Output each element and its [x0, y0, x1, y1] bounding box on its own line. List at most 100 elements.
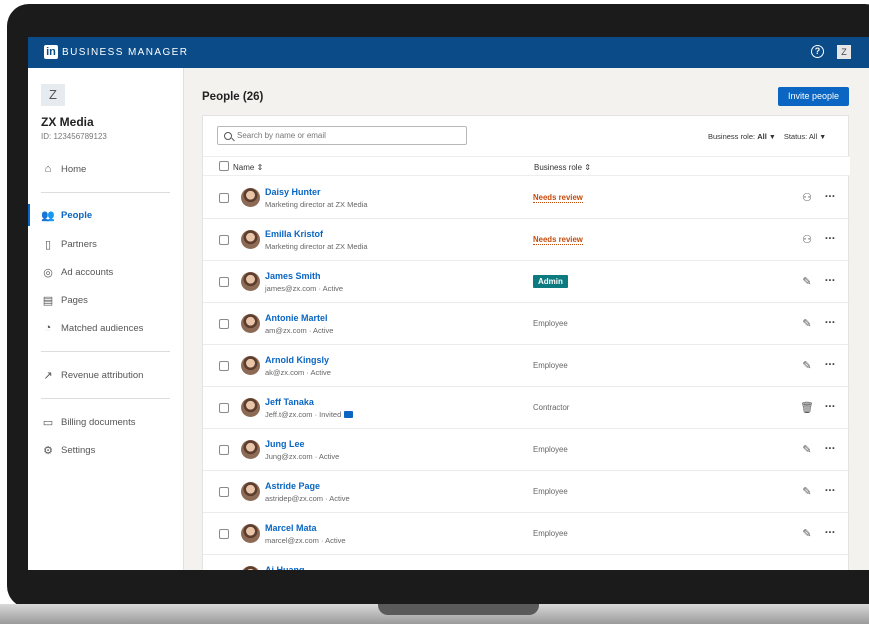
table-row[interactable]: Antonie Martel am@zx.com · Active Employee… — [203, 303, 850, 345]
status-filter-value: All — [808, 132, 818, 141]
page-title: People (26) — [202, 91, 264, 103]
table-row[interactable]: Arnold Kingsly ak@zx.com · Active Employee… — [203, 345, 850, 387]
mail-icon[interactable] — [344, 411, 354, 418]
role-text[interactable]: Needs review — [533, 193, 583, 203]
avatar — [241, 482, 260, 501]
more-options-icon[interactable]: ··· — [823, 190, 837, 205]
row-checkbox[interactable] — [219, 193, 229, 203]
role-filter-value: All — [757, 132, 767, 141]
person-name-link[interactable]: Emilla Kristof — [265, 229, 323, 239]
sidebar-item-label: Billing documents — [61, 416, 136, 428]
more-options-icon[interactable]: ··· — [823, 484, 837, 499]
row-checkbox[interactable] — [219, 487, 229, 497]
status-filter[interactable]: Status: All ▼ — [784, 132, 826, 141]
table-row[interactable]: Jeff Tanaka Jeff.t@zx.com · Invited Contra… — [203, 387, 850, 429]
more-options-icon[interactable]: ··· — [823, 274, 837, 289]
table-row[interactable]: James Smith james@zx.com · Active Admin ✎ ··… — [203, 261, 850, 303]
remove-user-icon[interactable]: ⚇ — [800, 191, 814, 205]
person-subtitle: Marketing director at ZX Media — [265, 242, 368, 251]
person-name-link[interactable]: Arnold Kingsly — [265, 355, 329, 365]
search-icon — [224, 131, 232, 140]
table-row[interactable]: Astride Page astridep@zx.com · Active Empl… — [203, 471, 850, 513]
column-header-role[interactable]: Business role ⇕ — [534, 163, 591, 172]
trash-icon[interactable]: 🗑 — [800, 401, 814, 415]
row-checkbox[interactable] — [219, 403, 229, 413]
divider — [41, 398, 170, 399]
role-filter[interactable]: Business role: All ▼ — [708, 132, 776, 141]
edit-icon[interactable]: ✎ — [800, 485, 814, 499]
more-options-icon[interactable]: ··· — [823, 442, 837, 457]
sidebar-item-settings[interactable]: ⚙ Settings — [28, 439, 183, 461]
sidebar-item-label: Pages — [61, 294, 88, 306]
linkedin-logo-icon: in — [44, 45, 58, 59]
sidebar-item-billing-documents[interactable]: ▭ Billing documents — [28, 411, 183, 433]
people-table-card: Business role: All ▼ Status: All ▼ Name … — [202, 115, 850, 570]
help-icon[interactable]: ? — [811, 45, 824, 58]
caret-down-icon: ▼ — [819, 134, 827, 141]
building-icon: ▯ — [44, 238, 52, 251]
avatar — [241, 398, 260, 417]
person-name-link[interactable]: Daisy Hunter — [265, 187, 321, 197]
more-options-icon[interactable]: ··· — [823, 358, 837, 373]
person-subtitle-text: ak@zx.com · Active — [265, 368, 331, 377]
table-row[interactable]: Daisy Hunter Marketing director at ZX Med… — [203, 177, 850, 219]
more-options-icon[interactable]: ··· — [823, 400, 837, 415]
table-row[interactable]: Marcel Mata marcel@zx.com · Active Employe… — [203, 513, 850, 555]
edit-icon[interactable]: ✎ — [800, 527, 814, 541]
people-icon: 👥 — [41, 209, 55, 222]
invite-people-button[interactable]: Invite people — [778, 87, 849, 106]
user-avatar[interactable]: Z — [837, 45, 851, 59]
person-name-link[interactable]: James Smith — [265, 271, 321, 281]
table-row[interactable]: Emilla Kristof Marketing director at ZX M… — [203, 219, 850, 261]
sidebar-item-home[interactable]: ⌂ Home — [28, 158, 183, 180]
edit-icon[interactable]: ✎ — [800, 359, 814, 373]
sidebar-item-matched-audiences[interactable]: ◔ Matched audiences — [28, 317, 183, 339]
brand[interactable]: in BUSINESS MANAGER — [44, 45, 188, 59]
laptop-notch — [378, 604, 539, 615]
sidebar-item-revenue-attribution[interactable]: ↗ Revenue attribution — [28, 364, 183, 386]
person-subtitle-text: astridep@zx.com · Active — [265, 494, 350, 503]
person-subtitle: Jeff.t@zx.com · Invited — [265, 410, 354, 419]
sidebar-item-label: Settings — [61, 444, 96, 456]
avatar — [241, 314, 260, 333]
person-name-link[interactable]: Jeff Tanaka — [265, 397, 314, 407]
filters: Business role: All ▼ Status: All ▼ — [708, 132, 826, 141]
sidebar-item-pages[interactable]: ▤ Pages — [28, 289, 183, 311]
audience-icon: ◔ — [44, 322, 52, 334]
row-checkbox[interactable] — [219, 445, 229, 455]
edit-icon[interactable]: ✎ — [800, 443, 814, 457]
search-input[interactable] — [237, 131, 457, 140]
row-checkbox[interactable] — [219, 529, 229, 539]
sidebar-item-ad-accounts[interactable]: ◎ Ad accounts — [28, 261, 183, 283]
person-name-link[interactable]: Astride Page — [265, 481, 320, 491]
table-row[interactable]: Jung Lee Jung@zx.com · Active Employee ✎ ··· — [203, 429, 850, 471]
main-content: People (26) Invite people Business role:… — [184, 68, 869, 570]
search-box[interactable] — [217, 126, 467, 145]
edit-icon[interactable]: ✎ — [800, 275, 814, 289]
more-options-icon[interactable]: ··· — [823, 316, 837, 331]
more-options-icon[interactable]: ··· — [823, 232, 837, 247]
target-icon: ◎ — [43, 266, 53, 279]
sidebar-item-people[interactable]: 👥 People — [28, 204, 183, 226]
row-checkbox[interactable] — [219, 319, 229, 329]
row-checkbox[interactable] — [219, 277, 229, 287]
role-text[interactable]: Needs review — [533, 235, 583, 245]
edit-icon[interactable]: ✎ — [800, 317, 814, 331]
table-row[interactable]: Ai Huang — [203, 555, 850, 570]
column-header-name[interactable]: Name ⇕ — [233, 163, 263, 172]
org-name: ZX Media — [41, 115, 94, 129]
more-options-icon[interactable]: ··· — [823, 526, 837, 541]
sidebar-item-label: Matched audiences — [61, 322, 144, 334]
person-name-link[interactable]: Marcel Mata — [265, 523, 317, 533]
role-text: Employee — [533, 445, 568, 454]
sidebar-item-partners[interactable]: ▯ Partners — [28, 233, 183, 255]
person-name-link[interactable]: Antonie Martel — [265, 313, 328, 323]
remove-user-icon[interactable]: ⚇ — [800, 233, 814, 247]
avatar — [241, 356, 260, 375]
select-all-checkbox[interactable] — [219, 161, 229, 171]
row-checkbox[interactable] — [219, 235, 229, 245]
person-subtitle-text: james@zx.com · Active — [265, 284, 344, 293]
person-name-link[interactable]: Ai Huang — [265, 565, 305, 570]
person-name-link[interactable]: Jung Lee — [265, 439, 305, 449]
row-checkbox[interactable] — [219, 361, 229, 371]
